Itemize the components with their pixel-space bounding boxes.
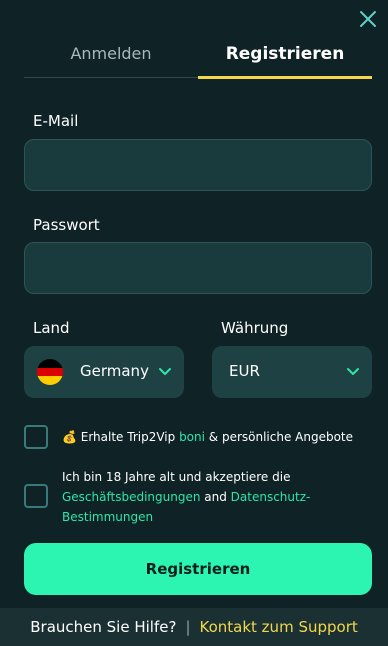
tab-register[interactable]: Registrieren <box>198 44 372 79</box>
password-label: Passwort <box>33 216 100 234</box>
currency-value: EUR <box>229 362 260 380</box>
close-icon[interactable] <box>358 9 378 29</box>
footer-separator: | <box>185 618 191 636</box>
terms-consent-text: Ich bin 18 Jahre alt und akzeptiere die … <box>62 467 352 527</box>
bonus-consent-suffix: & persönliche Angebote <box>204 430 354 444</box>
bonus-checkbox[interactable] <box>24 425 48 449</box>
chevron-down-icon <box>159 368 171 375</box>
country-label: Land <box>33 319 70 337</box>
currency-label: Währung <box>221 319 289 337</box>
currency-select[interactable]: EUR <box>212 346 372 398</box>
chevron-down-icon <box>347 368 359 375</box>
tab-login[interactable]: Anmelden <box>24 44 198 78</box>
auth-tabs: Anmelden Registrieren <box>24 38 372 79</box>
terms-link[interactable]: Geschäftsbedingungen <box>62 490 200 504</box>
terms-and: and <box>200 490 231 504</box>
email-field[interactable] <box>24 139 372 191</box>
terms-consent-prefix: Ich bin 18 Jahre alt und akzeptiere die <box>62 470 291 484</box>
bonus-consent-text: 💰 Erhalte Trip2Vip boni & persönliche An… <box>62 427 372 447</box>
password-field[interactable] <box>24 242 372 294</box>
help-footer: Brauchen Sie Hilfe? | Kontakt zum Suppor… <box>0 608 388 646</box>
country-select[interactable]: Germany <box>24 346 184 398</box>
register-button[interactable]: Registrieren <box>24 543 372 595</box>
bonus-consent-prefix: 💰 Erhalte Trip2Vip <box>62 430 180 444</box>
terms-checkbox[interactable] <box>24 484 48 508</box>
country-value: Germany <box>80 362 149 380</box>
help-text: Brauchen Sie Hilfe? <box>30 618 177 636</box>
germany-flag-icon <box>37 359 63 385</box>
bonus-link[interactable]: boni <box>179 430 205 444</box>
support-link[interactable]: Kontakt zum Support <box>200 618 358 636</box>
email-label: E-Mail <box>33 112 79 130</box>
